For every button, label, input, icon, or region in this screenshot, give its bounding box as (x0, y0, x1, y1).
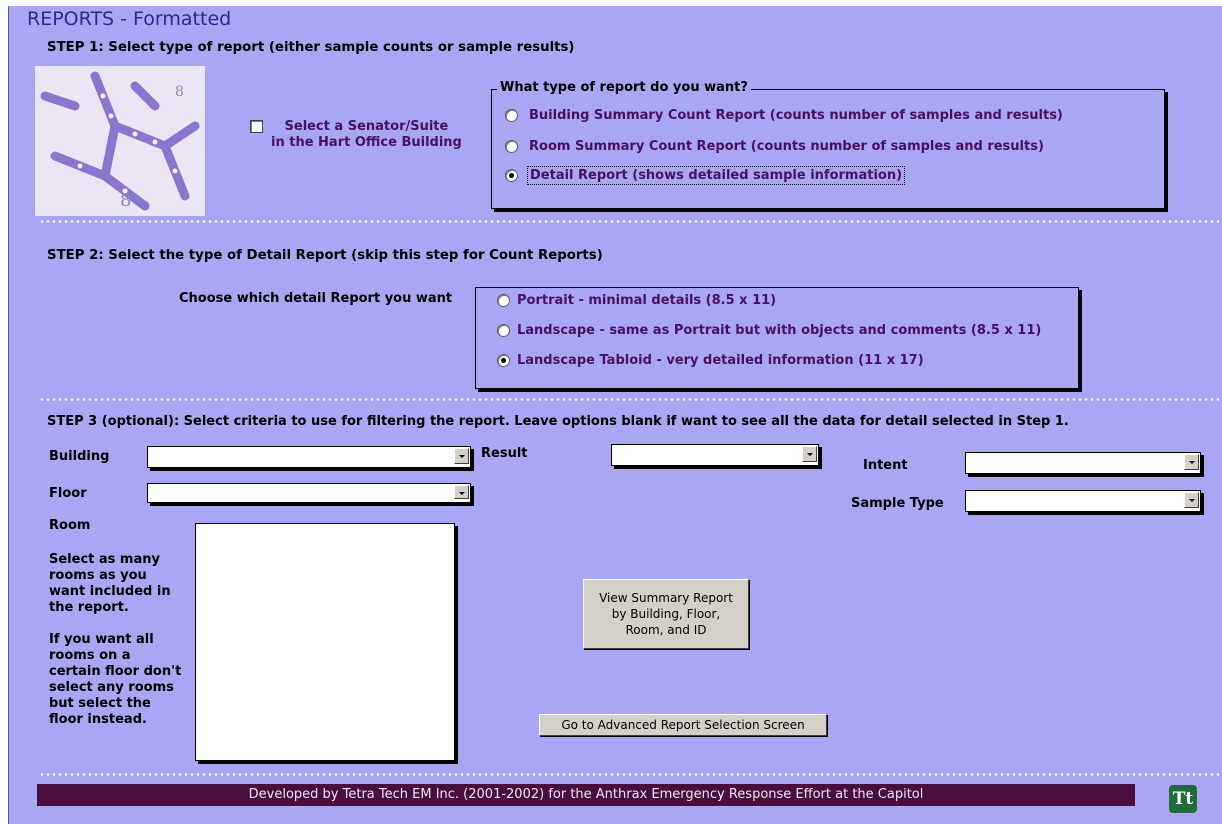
form-title: REPORTS - Formatted (27, 8, 232, 30)
report-type-legend: What type of report do you want? (497, 80, 751, 95)
floor-label: Floor (49, 486, 87, 501)
view-summary-report-button[interactable]: View Summary Report by Building, Floor, … (583, 579, 749, 649)
step2-heading: STEP 2: Select the type of Detail Report… (47, 248, 603, 263)
bacteria-image: 8 8 (35, 66, 205, 216)
option-building-summary[interactable]: Building Summary Count Report (counts nu… (529, 108, 1063, 123)
divider-2 (39, 398, 1219, 401)
sample-type-dropdown-arrow-icon[interactable] (1184, 492, 1199, 508)
divider-3 (39, 773, 1219, 776)
svg-text:8: 8 (175, 84, 184, 100)
sample-type-combo[interactable] (965, 490, 1201, 512)
floor-dropdown-arrow-icon[interactable] (454, 485, 469, 499)
advanced-report-button[interactable]: Go to Advanced Report Selection Screen (539, 714, 827, 736)
step3-heading: STEP 3 (optional): Select criteria to us… (47, 414, 1069, 429)
radio-landscape[interactable] (497, 324, 510, 337)
room-help-text: Select as many rooms as you want include… (49, 552, 182, 727)
sample-type-label: Sample Type (851, 496, 944, 511)
building-label: Building (49, 449, 110, 464)
building-dropdown-arrow-icon[interactable] (454, 448, 469, 464)
room-label: Room (49, 518, 91, 533)
option-landscape[interactable]: Landscape - same as Portrait but with ob… (517, 323, 1041, 338)
intent-combo[interactable] (965, 452, 1201, 474)
step1-heading: STEP 1: Select type of report (either sa… (47, 40, 575, 55)
option-landscape-tabloid[interactable]: Landscape Tabloid - very detailed inform… (517, 353, 924, 368)
intent-dropdown-arrow-icon[interactable] (1184, 454, 1199, 470)
room-listbox[interactable] (195, 523, 455, 761)
tetra-tech-logo: Tt (1169, 785, 1197, 813)
floor-combo[interactable] (147, 483, 471, 503)
building-combo[interactable] (147, 446, 471, 468)
reports-form: REPORTS - Formatted STEP 1: Select type … (8, 6, 1222, 824)
option-detail-report[interactable]: Detail Report (shows detailed sample inf… (527, 166, 906, 185)
senator-suite-checkbox[interactable] (250, 120, 263, 133)
footer-credits: Developed by Tetra Tech EM Inc. (2001-20… (37, 784, 1135, 806)
radio-room-summary[interactable] (505, 140, 518, 153)
senator-suite-label: Select a Senator/Suite in the Hart Offic… (271, 119, 462, 150)
intent-label: Intent (863, 458, 908, 473)
option-portrait[interactable]: Portrait - minimal details (8.5 x 11) (517, 293, 776, 308)
divider-1 (39, 220, 1219, 223)
result-label: Result (481, 446, 528, 461)
result-dropdown-arrow-icon[interactable] (802, 446, 817, 462)
radio-detail-report[interactable] (505, 169, 518, 182)
result-combo[interactable] (611, 444, 819, 466)
radio-building-summary[interactable] (505, 109, 518, 122)
option-room-summary[interactable]: Room Summary Count Report (counts number… (529, 139, 1044, 154)
bacteria-image-art: 8 8 (35, 66, 205, 216)
radio-landscape-tabloid[interactable] (497, 354, 510, 367)
detail-report-prompt: Choose which detail Report you want (179, 291, 453, 306)
svg-text:8: 8 (120, 190, 131, 211)
radio-portrait[interactable] (497, 294, 510, 307)
